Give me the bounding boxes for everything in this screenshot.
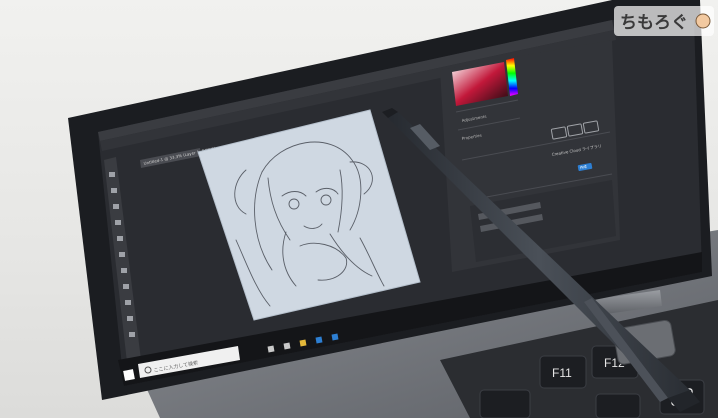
photo-scene: F11 F12 X Untitled-1 @ 33.3% (Layer 1, R bbox=[0, 0, 718, 418]
key-blank bbox=[595, 393, 641, 418]
key-f11: F11 bbox=[539, 355, 587, 389]
mascot-icon bbox=[695, 13, 711, 29]
key-f11-label: F11 bbox=[552, 366, 572, 380]
site-watermark: ちもろぐ bbox=[614, 6, 714, 36]
tablet-photo: F11 F12 X Untitled-1 @ 33.3% (Layer 1, R bbox=[68, 0, 718, 418]
watermark-logo: ちもろぐ bbox=[620, 13, 688, 33]
start-button[interactable] bbox=[123, 369, 135, 381]
key-blank-2 bbox=[479, 389, 531, 418]
